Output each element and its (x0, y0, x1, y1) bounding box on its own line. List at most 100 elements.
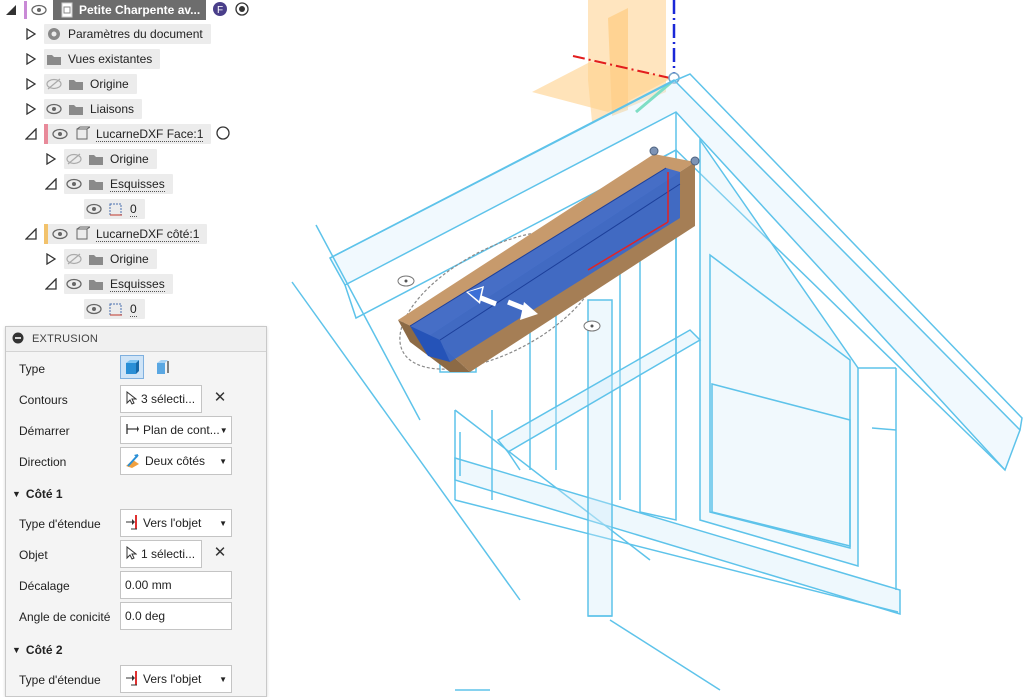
handle-point-top-left[interactable] (649, 146, 659, 156)
collapse-triangle-icon[interactable] (24, 127, 38, 141)
extrude-surface-type-button[interactable] (152, 356, 174, 378)
type-etendue-1-dropdown[interactable]: Vers l'objet ▼ (120, 509, 232, 537)
label-demarrer: Démarrer (19, 424, 70, 438)
type-etendue-2-dropdown[interactable]: Vers l'objet ▼ (120, 665, 232, 693)
panel-title: EXTRUSION (32, 333, 98, 345)
ring-handle-right[interactable] (583, 320, 601, 332)
tree-item-esquisses-face[interactable]: Esquisses (44, 173, 173, 195)
extrusion-body[interactable] (398, 154, 695, 372)
component-badge-icon[interactable]: F (212, 1, 228, 20)
tree-item-origine-cote[interactable]: Origine (44, 248, 157, 270)
label-type-etendue: Type d'étendue (19, 673, 101, 687)
gear-icon (46, 26, 62, 42)
label-contours: Contours (19, 393, 68, 407)
eye-icon[interactable] (52, 226, 68, 242)
collapse-triangle-icon[interactable] (44, 177, 58, 191)
decalage-input[interactable]: 0.00 mm (120, 571, 232, 599)
component-icon (74, 126, 90, 142)
demarrer-dropdown[interactable]: Plan de cont... ▼ (120, 416, 232, 444)
activate-radio-icon[interactable] (215, 125, 231, 144)
extrude-solid-type-button[interactable] (120, 355, 144, 379)
collapse-triangle-icon[interactable] (4, 3, 18, 17)
expand-triangle-icon[interactable] (44, 252, 58, 266)
eye-icon[interactable] (86, 301, 102, 317)
expand-triangle-icon[interactable] (24, 52, 38, 66)
tree-item-liaisons[interactable]: Liaisons (24, 98, 143, 120)
type-etendue-1-value: Vers l'objet (143, 516, 202, 530)
tree-item-label: Origine (110, 252, 149, 266)
browser-root[interactable]: Petite Charpente av... F (4, 0, 250, 21)
contours-selection-button[interactable]: 3 sélecti... (120, 385, 202, 413)
tree-item-origine[interactable]: Origine (24, 73, 137, 95)
section-cote-2[interactable]: ▼ Côté 2 (12, 640, 63, 660)
chevron-down-icon: ▼ (219, 425, 228, 435)
angle-input[interactable]: 0.0 deg (120, 602, 232, 630)
collapse-panel-icon[interactable] (12, 332, 24, 347)
expand-triangle-icon[interactable] (24, 77, 38, 91)
tree-item-label: 0 (130, 201, 137, 217)
root-title: Petite Charpente av... (79, 3, 201, 17)
activate-radio-icon[interactable] (234, 1, 250, 20)
component-icon (74, 226, 90, 242)
root-component-box[interactable]: Petite Charpente av... (53, 0, 207, 20)
eye-hidden-icon[interactable] (66, 251, 82, 267)
panel-header[interactable]: EXTRUSION (6, 327, 266, 352)
label-angle: Angle de conicité (19, 610, 111, 624)
section-cote-1[interactable]: ▼ Côté 1 (12, 484, 63, 504)
tree-item-vues[interactable]: Vues existantes (24, 48, 161, 70)
tree-item-parametres[interactable]: Paramètres du document (24, 23, 211, 45)
objet-selection-button[interactable]: 1 sélecti... (120, 540, 202, 568)
tree-item-sketch-cote[interactable]: 0 (84, 298, 145, 320)
tree-item-lucarne-cote[interactable]: LucarneDXF côté:1 (24, 223, 208, 245)
cursor-select-icon (125, 545, 138, 563)
collapse-triangle-icon[interactable] (24, 227, 38, 241)
eye-icon[interactable] (52, 126, 68, 142)
row-type: Type (6, 353, 264, 384)
tree-item-origine-face[interactable]: Origine (44, 148, 157, 170)
expand-triangle-icon[interactable] (44, 152, 58, 166)
eye-icon[interactable] (66, 176, 82, 192)
tree-item-label: Origine (110, 152, 149, 166)
label-type: Type (19, 362, 46, 376)
eye-icon[interactable] (31, 2, 47, 18)
tree-item-label: Paramètres du document (68, 27, 203, 41)
eye-icon[interactable] (86, 201, 102, 217)
eye-hidden-icon[interactable] (66, 151, 82, 167)
eye-hidden-icon[interactable] (46, 76, 62, 92)
tree-item-label: Esquisses (110, 276, 165, 292)
label-objet: Objet (19, 548, 48, 562)
chevron-down-icon: ▼ (219, 518, 227, 528)
section-title: Côté 1 (25, 487, 63, 501)
handle-point-top-right[interactable] (690, 156, 700, 166)
section-title: Côté 2 (25, 643, 63, 657)
expand-triangle-icon[interactable] (24, 102, 38, 116)
row-contours: Contours 3 sélecti... ✕ (6, 384, 264, 415)
clear-objet-close-icon[interactable]: ✕ (212, 545, 228, 561)
row-demarrer: Démarrer Plan de cont... ▼ (6, 415, 264, 446)
solid-extrude-icon (126, 360, 139, 374)
direction-dropdown[interactable]: Deux côtés ▼ (120, 447, 232, 475)
to-object-icon (125, 670, 139, 689)
expand-triangle-icon[interactable] (24, 27, 38, 41)
tree-item-lucarne-face[interactable]: LucarneDXF Face:1 (24, 123, 231, 145)
eye-icon[interactable] (66, 276, 82, 292)
folder-icon (88, 251, 104, 267)
tree-item-sketch-face[interactable]: 0 (84, 198, 145, 220)
ring-handle-left[interactable] (397, 275, 415, 287)
collapse-triangle-icon[interactable] (44, 277, 58, 291)
extrusion-panel: EXTRUSION Type Contours 3 sélecti... ✕ D… (5, 326, 267, 697)
type-etendue-2-value: Vers l'objet (143, 672, 202, 686)
tree-item-label: Liaisons (90, 102, 135, 116)
section-collapse-icon[interactable]: ▼ (12, 489, 21, 499)
eye-icon[interactable] (46, 101, 62, 117)
two-sides-icon (125, 452, 141, 471)
section-collapse-icon[interactable]: ▼ (12, 645, 21, 655)
tree-item-label: Origine (90, 77, 129, 91)
surface-extrude-icon (157, 360, 169, 374)
folder-icon (68, 101, 84, 117)
clear-contours-close-icon[interactable]: ✕ (212, 390, 228, 406)
tree-item-esquisses-cote[interactable]: Esquisses (44, 273, 173, 295)
label-decalage: Décalage (19, 579, 70, 593)
row-angle: Angle de conicité 0.0 deg (6, 601, 264, 632)
folder-icon (88, 151, 104, 167)
